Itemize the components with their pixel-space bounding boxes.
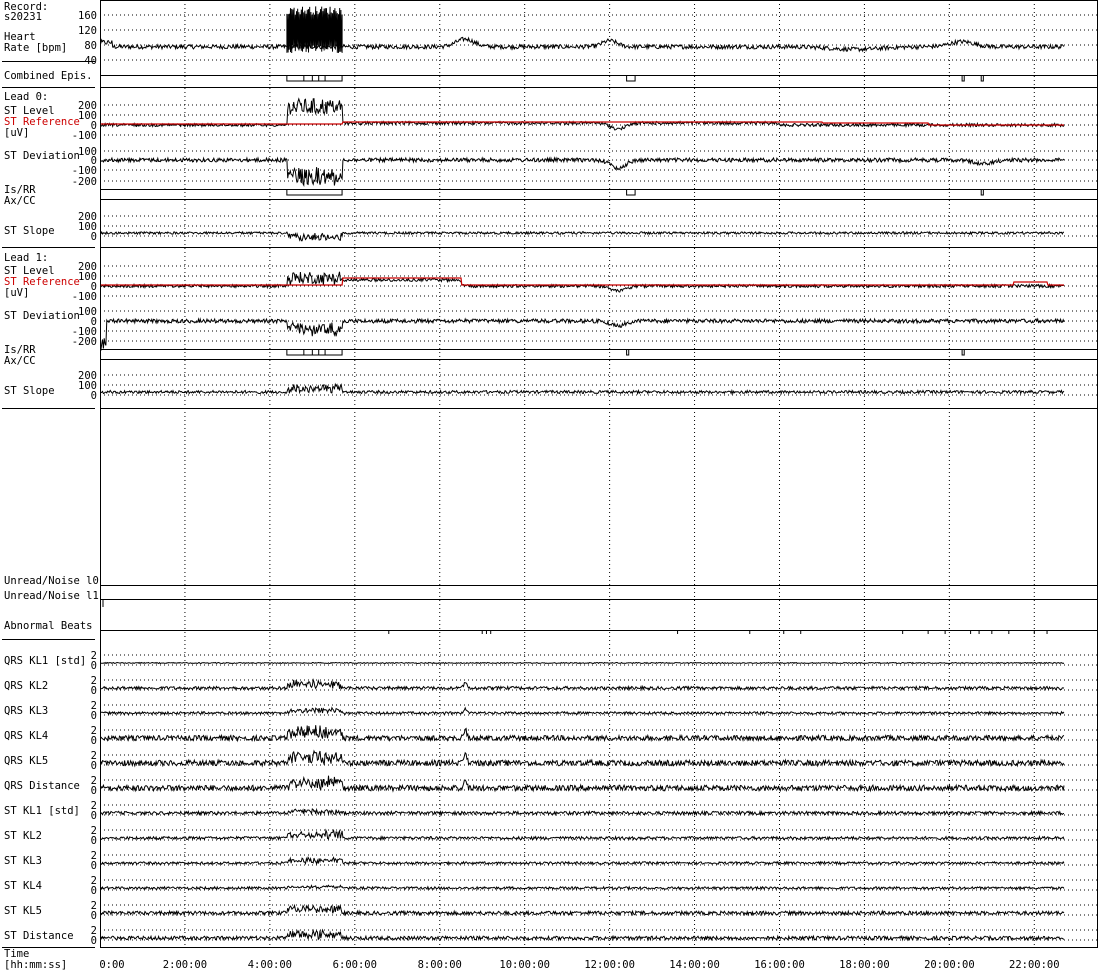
combined-episode-3	[980, 75, 984, 82]
combined-episode-0	[286, 75, 343, 82]
hr-ytick-120: 120	[78, 25, 97, 37]
lead1-isrr-episode-0	[286, 349, 343, 356]
record-id: s20231	[4, 11, 42, 23]
qrs-distance-label: QRS Distance	[4, 780, 80, 792]
qrs-kl4-trace	[100, 725, 1065, 743]
lead0-uv-label: [uV]	[4, 127, 29, 139]
lead0-st-deviation-trace	[100, 156, 1065, 188]
st-kl2-label: ST KL2	[4, 830, 42, 842]
l0slp-ytick-0: 0	[91, 231, 97, 243]
lead0-label: Lead 0:	[4, 91, 48, 103]
lead1-st-slope-label: ST Slope	[4, 385, 55, 397]
x-tick-label-6: 12:00:00	[584, 959, 635, 970]
lead1-st-level-trace	[100, 271, 1065, 293]
x-tick-label-11: 22:00:00	[1009, 959, 1060, 970]
x-tick-label-7: 14:00:00	[669, 959, 720, 970]
x-tick-label-2: 4:00:00	[248, 959, 292, 970]
qrs-kl2-label: QRS KL2	[4, 680, 48, 692]
lead1-st-deviation-label: ST Deviation	[4, 310, 80, 322]
l0lvl-ytick--100: -100	[72, 130, 97, 142]
qrs-kl3-label: QRS KL3	[4, 705, 48, 717]
qrs-kl5-label: QRS KL5	[4, 755, 48, 767]
lead1-label: Lead 1:	[4, 252, 48, 264]
x-tick-label-4: 8:00:00	[418, 959, 462, 970]
lead1-isrr-episode-1	[626, 349, 630, 356]
x-tick-label-1: 2:00:00	[163, 959, 207, 970]
grid-layer	[100, 0, 1098, 948]
unread-noise-l1-label: Unread/Noise l1	[4, 590, 99, 602]
lead0-st-slope-trace	[100, 230, 1064, 242]
qrs-distance-ytick-0: 0	[91, 785, 97, 797]
st-kl1-ytick-0: 0	[91, 810, 97, 822]
lead0-isrr-episode-2	[980, 189, 984, 196]
st-kl2-trace	[100, 828, 1065, 841]
st-kl4-label: ST KL4	[4, 880, 42, 892]
plot-frame	[100, 0, 1098, 948]
qrs-kl5-ytick-0: 0	[91, 760, 97, 772]
st-distance-label: ST Distance	[4, 930, 74, 942]
combined-episode-1	[626, 75, 636, 82]
qrs-kl4-ytick-0: 0	[91, 735, 97, 747]
qrs-kl4-label: QRS KL4	[4, 730, 48, 742]
qrs-kl5-trace	[100, 749, 1065, 768]
st-kl5-trace	[100, 903, 1065, 917]
st-kl1-label: ST KL1 [std]	[4, 805, 80, 817]
heart-rate-trace	[100, 36, 1065, 53]
lead0-ax-cc-label: Ax/CC	[4, 195, 36, 207]
x-tick-label-8: 16:00:00	[754, 959, 805, 970]
x-tick-label-5: 10:00:00	[499, 959, 550, 970]
st-kl5-ytick-0: 0	[91, 910, 97, 922]
st-distance-ytick-0: 0	[91, 935, 97, 947]
hr-ytick-80: 80	[84, 40, 97, 52]
ecg-trend-report: Record: s20231 Heart Rate [bpm] Combined…	[0, 0, 1100, 970]
abnormal-beats-label: Abnormal Beats	[4, 620, 93, 632]
qrs-distance-trace	[100, 775, 1065, 793]
l0dev-ytick--200: -200	[72, 176, 97, 188]
lead0-isrr-episode-0	[286, 189, 343, 196]
x-tick-label-10: 20:00:00	[924, 959, 975, 970]
unread-noise-l0-label: Unread/Noise l0	[4, 575, 99, 587]
qrs-kl2-ytick-0: 0	[91, 685, 97, 697]
qrs-kl1-trace	[100, 661, 1065, 665]
heart-rate-label-2: Rate [bpm]	[4, 42, 67, 54]
qrs-kl2-trace	[100, 677, 1065, 692]
qrs-kl3-ytick-0: 0	[91, 710, 97, 722]
combined-episode-2	[961, 75, 965, 82]
x-tick-label-0: 0:00	[99, 959, 124, 970]
st-kl3-ytick-0: 0	[91, 860, 97, 872]
qrs-kl3-trace	[100, 706, 1065, 716]
lead1-uv-label: [uV]	[4, 287, 29, 299]
st-kl4-trace	[100, 884, 1065, 891]
hr-ytick-40: 40	[84, 55, 97, 67]
st-kl1-trace	[100, 807, 1065, 817]
qrs-kl1-label: QRS KL1 [std]	[4, 655, 86, 667]
st-distance-trace	[100, 928, 1065, 942]
hr-ytick-160: 160	[78, 10, 97, 22]
lead1-ax-cc-label: Ax/CC	[4, 355, 36, 367]
lead0-st-deviation-label: ST Deviation	[4, 150, 80, 162]
l1slp-ytick-0: 0	[91, 390, 97, 402]
st-kl3-trace	[100, 856, 1065, 866]
combined-epis-label: Combined Epis.	[4, 70, 93, 82]
trend-chart: Record: s20231 Heart Rate [bpm] Combined…	[2, 0, 1098, 970]
st-kl3-label: ST KL3	[4, 855, 42, 867]
l1lvl-ytick--100: -100	[72, 291, 97, 303]
trace-layer	[100, 6, 1065, 942]
lead0-st-level-trace	[100, 97, 1065, 131]
x-tick-label-9: 18:00:00	[839, 959, 890, 970]
st-kl5-label: ST KL5	[4, 905, 42, 917]
x-tick-layer: 0:00 2:00:00 4:00:00 6:00:00 8:00:00 10:00:00…	[99, 959, 1059, 970]
time-label-2: [hh:mm:ss]	[4, 959, 67, 970]
st-kl4-ytick-0: 0	[91, 885, 97, 897]
lead1-isrr-episode-2	[961, 349, 965, 356]
qrs-kl1-ytick-0: 0	[91, 660, 97, 672]
st-kl2-ytick-0: 0	[91, 835, 97, 847]
x-tick-label-3: 6:00:00	[333, 959, 377, 970]
lead1-st-deviation-trace	[100, 317, 1065, 351]
lead1-st-slope-trace	[100, 382, 1065, 396]
lead0-st-slope-label: ST Slope	[4, 225, 55, 237]
l1dev-ytick--200: -200	[72, 336, 97, 348]
lead0-isrr-episode-1	[626, 189, 636, 196]
